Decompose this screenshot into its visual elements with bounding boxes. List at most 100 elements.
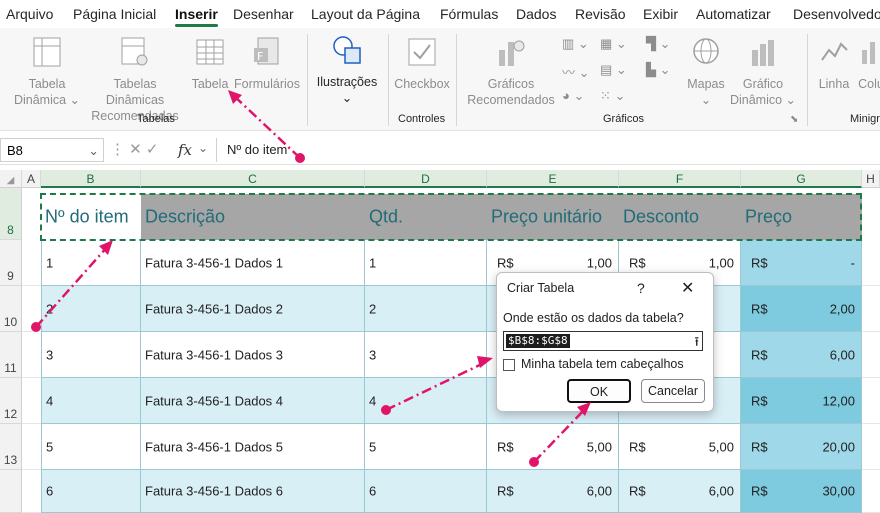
cell-column-h[interactable] (862, 286, 880, 332)
tab-layout-pagina[interactable]: Layout da Página (311, 6, 420, 22)
cell-item[interactable]: 5 (41, 424, 141, 470)
graficos-recomendados-button[interactable]: Gráficos Recomendados (466, 36, 556, 108)
ok-button[interactable]: OK (567, 379, 631, 403)
column-header-d[interactable]: D (365, 170, 487, 188)
tab-pagina-inicial[interactable]: Página Inicial (73, 6, 156, 22)
cell-descricao[interactable]: Fatura 3-456-1 Dados 5 (141, 424, 365, 470)
cell-preco[interactable]: R$ 2,00 (741, 286, 862, 332)
tab-dados[interactable]: Dados (516, 6, 556, 22)
cell-column-h[interactable] (862, 424, 880, 470)
row-header-8[interactable]: 8 (0, 188, 22, 240)
tab-inserir[interactable]: Inserir (175, 6, 218, 27)
row-header-14[interactable] (0, 470, 22, 513)
row-header-10[interactable]: 10 (0, 286, 22, 332)
cell-descricao[interactable]: Fatura 3-456-1 Dados 1 (141, 240, 365, 286)
headers-checkbox[interactable] (503, 359, 515, 371)
column-header-f[interactable]: F (619, 170, 741, 188)
cell-column-a[interactable] (22, 378, 41, 424)
checkbox-button[interactable]: Checkbox (392, 36, 452, 92)
column-header-g[interactable]: G (741, 170, 862, 188)
linha-sparkline-button[interactable]: Linha (812, 36, 856, 92)
insert-function-icon[interactable]: fx (178, 141, 192, 159)
cancel-button[interactable]: Cancelar (641, 379, 705, 403)
cell-qtd[interactable]: 2 (365, 286, 487, 332)
close-icon[interactable]: ✕ (681, 278, 694, 298)
ilustracoes-button[interactable]: Ilustrações ⌄ (314, 34, 380, 106)
cell-preco[interactable]: R$ - (741, 240, 862, 286)
cell-qtd[interactable]: 5 (365, 424, 487, 470)
formula-input[interactable]: Nº do item (216, 138, 880, 162)
row-header-12[interactable]: 12 (0, 378, 22, 424)
cell-preco[interactable]: R$ 20,00 (741, 424, 862, 470)
cell-column-h[interactable] (862, 470, 880, 513)
collapse-dialog-icon[interactable]: ⭱ (694, 333, 699, 355)
cell-item[interactable]: 6 (41, 470, 141, 513)
cell-preco[interactable]: R$ 30,00 (741, 470, 862, 513)
cell-column-h[interactable] (862, 378, 880, 424)
cell-descricao[interactable]: Fatura 3-456-1 Dados 4 (141, 378, 365, 424)
cell-qtd[interactable]: 6 (365, 470, 487, 513)
tabelas-recomendadas-button[interactable]: Tabelas Dinâmicas Recomendadas (84, 36, 186, 124)
formularios-button[interactable]: F Formulários (232, 36, 302, 92)
cell-column-h[interactable] (862, 240, 880, 286)
cell-preco[interactable]: R$ 6,00 (741, 332, 862, 378)
cell-qtd[interactable]: 4 (365, 378, 487, 424)
tab-arquivo[interactable]: Arquivo (6, 6, 53, 22)
row-header-13[interactable]: 13 (0, 424, 22, 470)
tab-automatizar[interactable]: Automatizar (696, 6, 771, 22)
headers-checkbox-label[interactable]: Minha tabela tem cabeçalhos (521, 357, 684, 371)
cell-column-a[interactable] (22, 332, 41, 378)
cell-desconto[interactable]: R$ 5,00 (619, 424, 741, 470)
select-all-corner[interactable]: ◢ (0, 170, 22, 188)
pie-chart-icon[interactable]: ◕ ⌄ (562, 88, 584, 104)
chevron-down-icon[interactable]: ⌄ (198, 141, 208, 155)
cell-desconto[interactable]: R$ 6,00 (619, 470, 741, 513)
chevron-down-icon[interactable]: ⌄ (88, 139, 99, 163)
cell-descricao[interactable]: Fatura 3-456-1 Dados 2 (141, 286, 365, 332)
name-box[interactable]: B8 ⌄ (0, 138, 104, 162)
column-header-c[interactable]: C (141, 170, 365, 188)
hierarchy-chart-icon[interactable]: ▦ ⌄ (600, 36, 627, 52)
cell-descricao[interactable]: Fatura 3-456-1 Dados 6 (141, 470, 365, 513)
more-icon[interactable]: ⋮ (110, 141, 125, 158)
line-chart-icon[interactable]: 〰 ⌄ (562, 62, 590, 81)
cell-item[interactable]: 3 (41, 332, 141, 378)
bar-chart-icon[interactable]: ▤ ⌄ (600, 62, 627, 78)
column-header-e[interactable]: E (487, 170, 619, 188)
column-header-h[interactable]: H (862, 170, 880, 188)
dialog-launcher-icon[interactable]: ⬊ (790, 114, 798, 125)
cell-column-a[interactable] (22, 470, 41, 513)
coluna-sparkline-button[interactable]: Colu (856, 36, 880, 92)
range-input[interactable]: $B$8:$G$8 ⭱ (503, 331, 703, 351)
tab-desenvolvedor[interactable]: Desenvolvedo (793, 6, 880, 22)
cell-preco[interactable]: R$ 12,00 (741, 378, 862, 424)
tabela-dinamica-button[interactable]: Tabela Dinâmica ⌄ (12, 36, 82, 108)
tabela-button[interactable]: Tabela (190, 36, 230, 92)
row-header-11[interactable]: 11 (0, 332, 22, 378)
tab-revisao[interactable]: Revisão (575, 6, 626, 22)
cell-qtd[interactable]: 3 (365, 332, 487, 378)
cell-item[interactable]: 4 (41, 378, 141, 424)
cell-item[interactable]: 1 (41, 240, 141, 286)
cell-column-a[interactable] (22, 424, 41, 470)
cell-item[interactable]: 2 (41, 286, 141, 332)
cell-column-a[interactable] (22, 286, 41, 332)
tab-desenhar[interactable]: Desenhar (233, 6, 294, 22)
cell-qtd[interactable]: 1 (365, 240, 487, 286)
grafico-dinamico-button[interactable]: Gráfico Dinâmico ⌄ (728, 36, 798, 108)
waterfall-chart-icon[interactable]: ▜ ⌄ (646, 36, 671, 52)
column-header-b[interactable]: B (41, 170, 141, 188)
statistic-chart-icon[interactable]: ▙ ⌄ (646, 62, 671, 78)
column-chart-icon[interactable]: ▥ ⌄ (562, 36, 589, 52)
help-icon[interactable]: ? (637, 280, 645, 296)
cell-preco-unitario[interactable]: R$ 6,00 (487, 470, 619, 513)
cancel-icon[interactable]: ✕ (129, 141, 142, 158)
cell-column-h[interactable] (862, 332, 880, 378)
tab-exibir[interactable]: Exibir (643, 6, 678, 22)
cell-preco-unitario[interactable]: R$ 5,00 (487, 424, 619, 470)
cell-descricao[interactable]: Fatura 3-456-1 Dados 3 (141, 332, 365, 378)
enter-icon[interactable]: ✓ (146, 141, 159, 158)
row-header-9[interactable]: 9 (0, 240, 22, 286)
cell-column-a[interactable] (22, 240, 41, 286)
column-header-a[interactable]: A (22, 170, 41, 188)
